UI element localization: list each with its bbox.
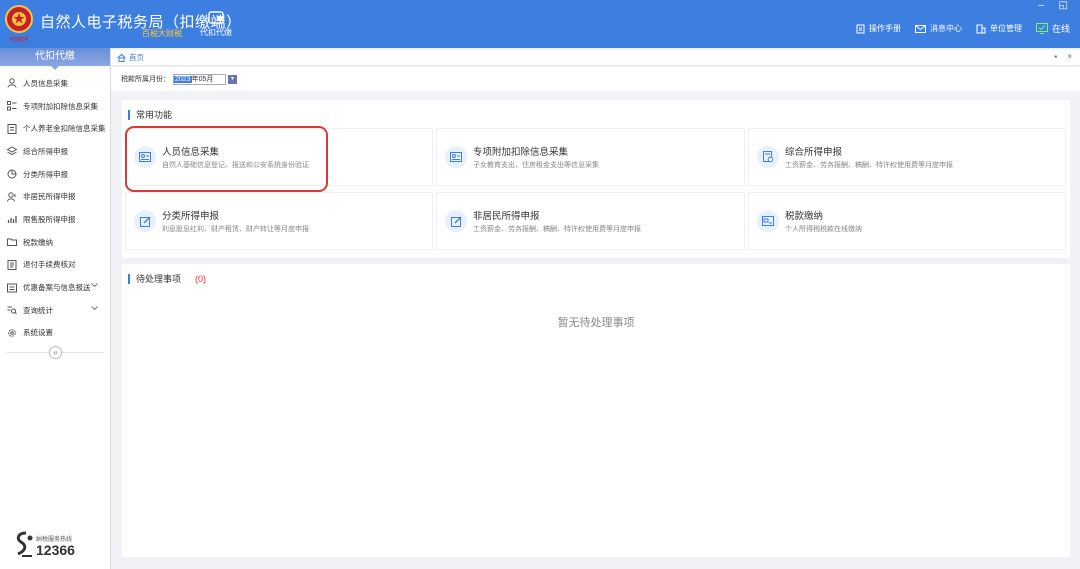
sidebar-item-pension-deduction[interactable]: 个人养老金扣除信息采集 (0, 117, 110, 140)
period-dropdown-button[interactable]: ▾ (228, 74, 237, 84)
chevron-down-icon (91, 306, 98, 311)
message-center-link[interactable]: 消息中心 (914, 23, 962, 34)
header-links: 操作手册 消息中心 单位管理 在线 (856, 22, 1070, 35)
func-card-special-deduction[interactable]: 专项附加扣除信息采集 子女教育支出，住房租金支出等信息采集 (436, 128, 745, 186)
period-year: 2023 (174, 75, 192, 83)
app-header: 中国税务 自然人电子税务局（扣缴端） 百税大财税 代扣代缴 – ◱ 操作手册 消… (0, 0, 1080, 48)
edit-icon (139, 216, 150, 227)
edit-icon (450, 216, 461, 227)
pie-icon (7, 169, 17, 179)
pension-icon (7, 123, 17, 134)
chevron-down-icon (91, 283, 98, 288)
breadcrumb-home[interactable]: 首页 (129, 52, 144, 63)
app-subtitle: 百税大财税 (142, 29, 182, 38)
period-label: 税款所属月份： (121, 76, 170, 83)
online-status[interactable]: 在线 (1035, 22, 1070, 35)
sidebar-collapse-button[interactable]: « (49, 346, 62, 359)
tag-icon (7, 283, 17, 293)
pending-panel: 待处理事项 (0) 暂无待处理事项 (122, 264, 1070, 557)
sidebar-item-classified-income[interactable]: 分类所得申报 (0, 163, 110, 186)
online-monitor-icon (1035, 23, 1048, 34)
window-controls[interactable]: – ◱ (1038, 0, 1074, 11)
sidebar-item-refund-fee-check[interactable]: 退付手续费核对 (0, 254, 110, 277)
id-card-icon (450, 152, 462, 162)
query-icon (7, 306, 17, 315)
func-card-tax-payment[interactable]: 税款缴纳 个人所得税税款在线缴纳 (748, 192, 1066, 250)
tab-controls[interactable]: ▪ × (1054, 52, 1076, 61)
person-outline-icon (7, 192, 16, 202)
pending-count: (0) (195, 273, 207, 284)
func-card-comprehensive-income[interactable]: 综合所得申报 工资薪金、劳务报酬、稿酬、特许权使用费等月度申报 (748, 128, 1066, 186)
period-month: 年05月 (191, 76, 214, 83)
manual-link[interactable]: 操作手册 (856, 23, 901, 34)
manual-icon (856, 24, 865, 33)
pending-empty-text: 暂无待处理事项 (557, 317, 635, 329)
gear-icon (8, 329, 16, 337)
sidebar-item-preferential-filing[interactable]: 优惠备案与信息报送 (0, 276, 110, 299)
period-input[interactable]: 2023 年05月 (173, 73, 226, 85)
doc-gear-icon (762, 151, 773, 163)
mail-icon (914, 24, 926, 33)
card-icon (762, 216, 774, 226)
nav-tab-withholding[interactable]: 代扣代缴 (196, 10, 236, 38)
sidebar-item-query-statistics[interactable]: 查询统计 (0, 299, 110, 322)
highlight-annotation (125, 126, 328, 192)
sidebar-menu: 人员信息采集 专项附加扣除信息采集 个人养老金扣除信息采集 综合所得申报 分类所… (0, 66, 110, 344)
doc-icon (7, 259, 17, 270)
folder-icon (7, 238, 17, 247)
common-functions-title: 常用功能 (128, 108, 172, 121)
sidebar-item-tax-payment[interactable]: 税款缴纳 (0, 231, 110, 254)
sidebar-item-personnel-info[interactable]: 人员信息采集 (0, 72, 110, 95)
service-hotline: 纳税服务热线 12366 (12, 530, 75, 560)
period-selector: 税款所属月份： 2023 年05月 ▾ (111, 67, 1080, 91)
building-icon (976, 24, 986, 33)
breadcrumb: 首页 ▪ × (111, 50, 1080, 66)
wallet-icon (208, 11, 224, 24)
sidebar-heading: 代扣代缴 (0, 48, 110, 70)
home-icon (117, 53, 126, 62)
sidebar-item-special-deduction[interactable]: 专项附加扣除信息采集 (0, 95, 110, 118)
layers-icon (7, 146, 17, 156)
chart-icon (7, 216, 17, 224)
person-icon (7, 78, 17, 88)
func-card-nonresident-income[interactable]: 非居民所得申报 工资薪金、劳务报酬、稿酬、特许权使用费等月度申报 (436, 192, 745, 250)
svg-text:中国税务: 中国税务 (9, 36, 29, 43)
sidebar-item-comprehensive-income[interactable]: 综合所得申报 (0, 140, 110, 163)
sidebar-item-nonresident-income[interactable]: 非居民所得申报 (0, 185, 110, 208)
unit-management-link[interactable]: 单位管理 (976, 23, 1022, 34)
sidebar: 代扣代缴 人员信息采集 专项附加扣除信息采集 个人养老金扣除信息采集 综合所得申… (0, 48, 111, 569)
hotline-logo-icon (16, 531, 33, 557)
nav-tab-label: 代扣代缴 (200, 28, 232, 37)
list-icon (7, 101, 17, 111)
sidebar-item-system-settings[interactable]: 系统设置 (0, 322, 110, 345)
pending-title: 待处理事项 (0) (128, 272, 206, 285)
sidebar-item-restricted-stock[interactable]: 限售股所得申报 (0, 208, 110, 231)
tax-emblem-logo: 中国税务 (5, 5, 33, 43)
func-card-classified-income[interactable]: 分类所得申报 利息股息红利、财产租赁、财产转让等月度申报 (125, 192, 433, 250)
